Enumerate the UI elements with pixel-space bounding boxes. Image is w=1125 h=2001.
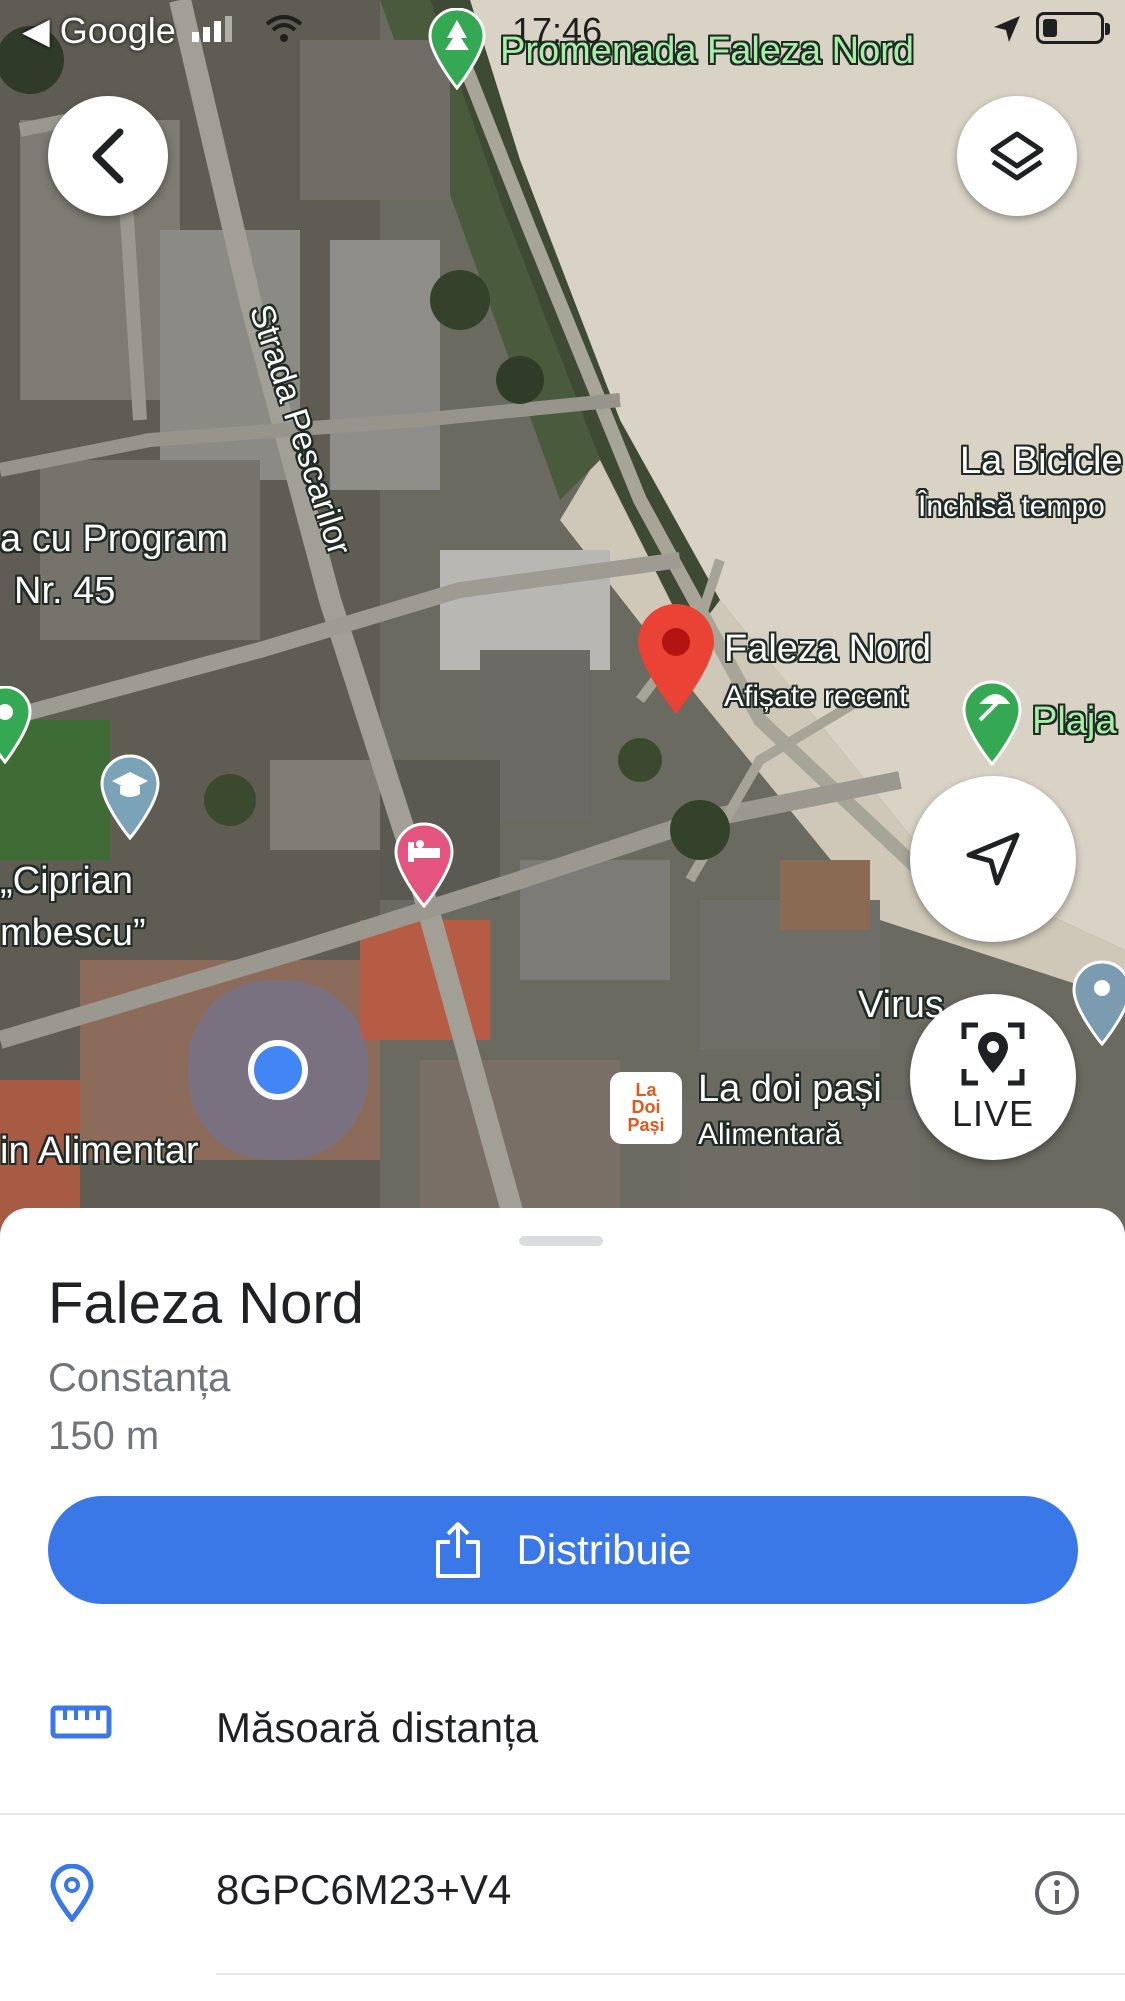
navigation-arrow-icon <box>966 832 1020 886</box>
measure-distance-label: Măsoară distanța <box>216 1704 539 1751</box>
divider <box>216 1973 1125 1975</box>
share-button[interactable]: Distribuie <box>48 1496 1078 1604</box>
school-label-line2: mbescu” <box>0 912 146 954</box>
school-pin-icon[interactable] <box>100 754 160 840</box>
plus-code-row[interactable]: 8GPC6M23+V4 <box>0 1812 1125 1972</box>
share-icon <box>436 1522 481 1578</box>
share-button-label: Distribuie <box>516 1526 692 1573</box>
layers-icon <box>990 131 1044 181</box>
hotel-pin-icon[interactable] <box>394 822 454 908</box>
store-logo-icon[interactable]: La Doi Pași <box>610 1072 682 1144</box>
program-place-label-line2: Nr. 45 <box>14 570 116 612</box>
school-label[interactable]: „Ciprian <box>0 860 133 904</box>
location-pin-icon <box>50 1864 94 1922</box>
place-city: Constanța <box>48 1356 231 1400</box>
sheet-drag-handle[interactable] <box>519 1236 603 1246</box>
recenter-navigation-button[interactable] <box>910 776 1076 942</box>
cellular-signal-icon <box>192 16 232 42</box>
place-title: Faleza Nord <box>48 1271 364 1336</box>
selected-place-label[interactable]: Faleza Nord <box>724 628 931 672</box>
ruler-icon <box>50 1705 112 1739</box>
location-services-icon <box>994 16 1020 42</box>
beach-pin-icon[interactable] <box>962 680 1022 766</box>
selected-place-pin-icon[interactable] <box>636 604 716 716</box>
alimentar-label[interactable]: in Alimentar <box>0 1130 199 1174</box>
chevron-left-icon <box>92 128 124 184</box>
live-view-icon <box>961 1022 1025 1086</box>
store-logo-text: Doi <box>631 1097 661 1118</box>
store-logo-text: Pași <box>627 1114 665 1135</box>
store-label[interactable]: La doi pași <box>698 1068 882 1112</box>
live-label: LIVE <box>951 1093 1035 1134</box>
back-to-app-link[interactable]: ◀ Google <box>22 10 176 52</box>
measure-distance-row[interactable]: Măsoară distanța <box>0 1650 1125 1810</box>
live-view-button[interactable]: LIVE <box>910 994 1076 1160</box>
program-place-label[interactable]: a cu Program <box>0 518 228 562</box>
place-pin-icon[interactable] <box>1072 960 1125 1046</box>
bike-place-label[interactable]: La Bicicle <box>960 440 1123 484</box>
user-location-dot <box>248 1040 308 1100</box>
place-distance: 150 m <box>48 1414 160 1458</box>
back-button[interactable] <box>48 96 168 216</box>
map-view[interactable]: ◀ Google 17:46 Promenada Faleza Nord Str… <box>0 0 1125 1240</box>
bike-place-status: Închisă tempo <box>918 490 1105 523</box>
park-pin-icon[interactable] <box>0 686 32 764</box>
beach-label[interactable]: Plaja <box>1032 700 1117 744</box>
promenade-label[interactable]: Promenada Faleza Nord <box>500 30 914 74</box>
wifi-icon <box>265 15 303 42</box>
store-sub: Alimentară <box>698 1118 842 1151</box>
battery-icon <box>1036 12 1110 44</box>
map-layers-button[interactable] <box>957 96 1077 216</box>
selected-place-sub: Afișate recent <box>724 680 908 713</box>
park-pin-icon[interactable] <box>428 8 486 90</box>
plus-code: 8GPC6M23+V4 <box>216 1866 512 1913</box>
info-icon[interactable] <box>1034 1870 1080 1916</box>
place-details-sheet[interactable]: Faleza Nord Constanța 150 m Distribuie M… <box>0 1208 1125 2001</box>
